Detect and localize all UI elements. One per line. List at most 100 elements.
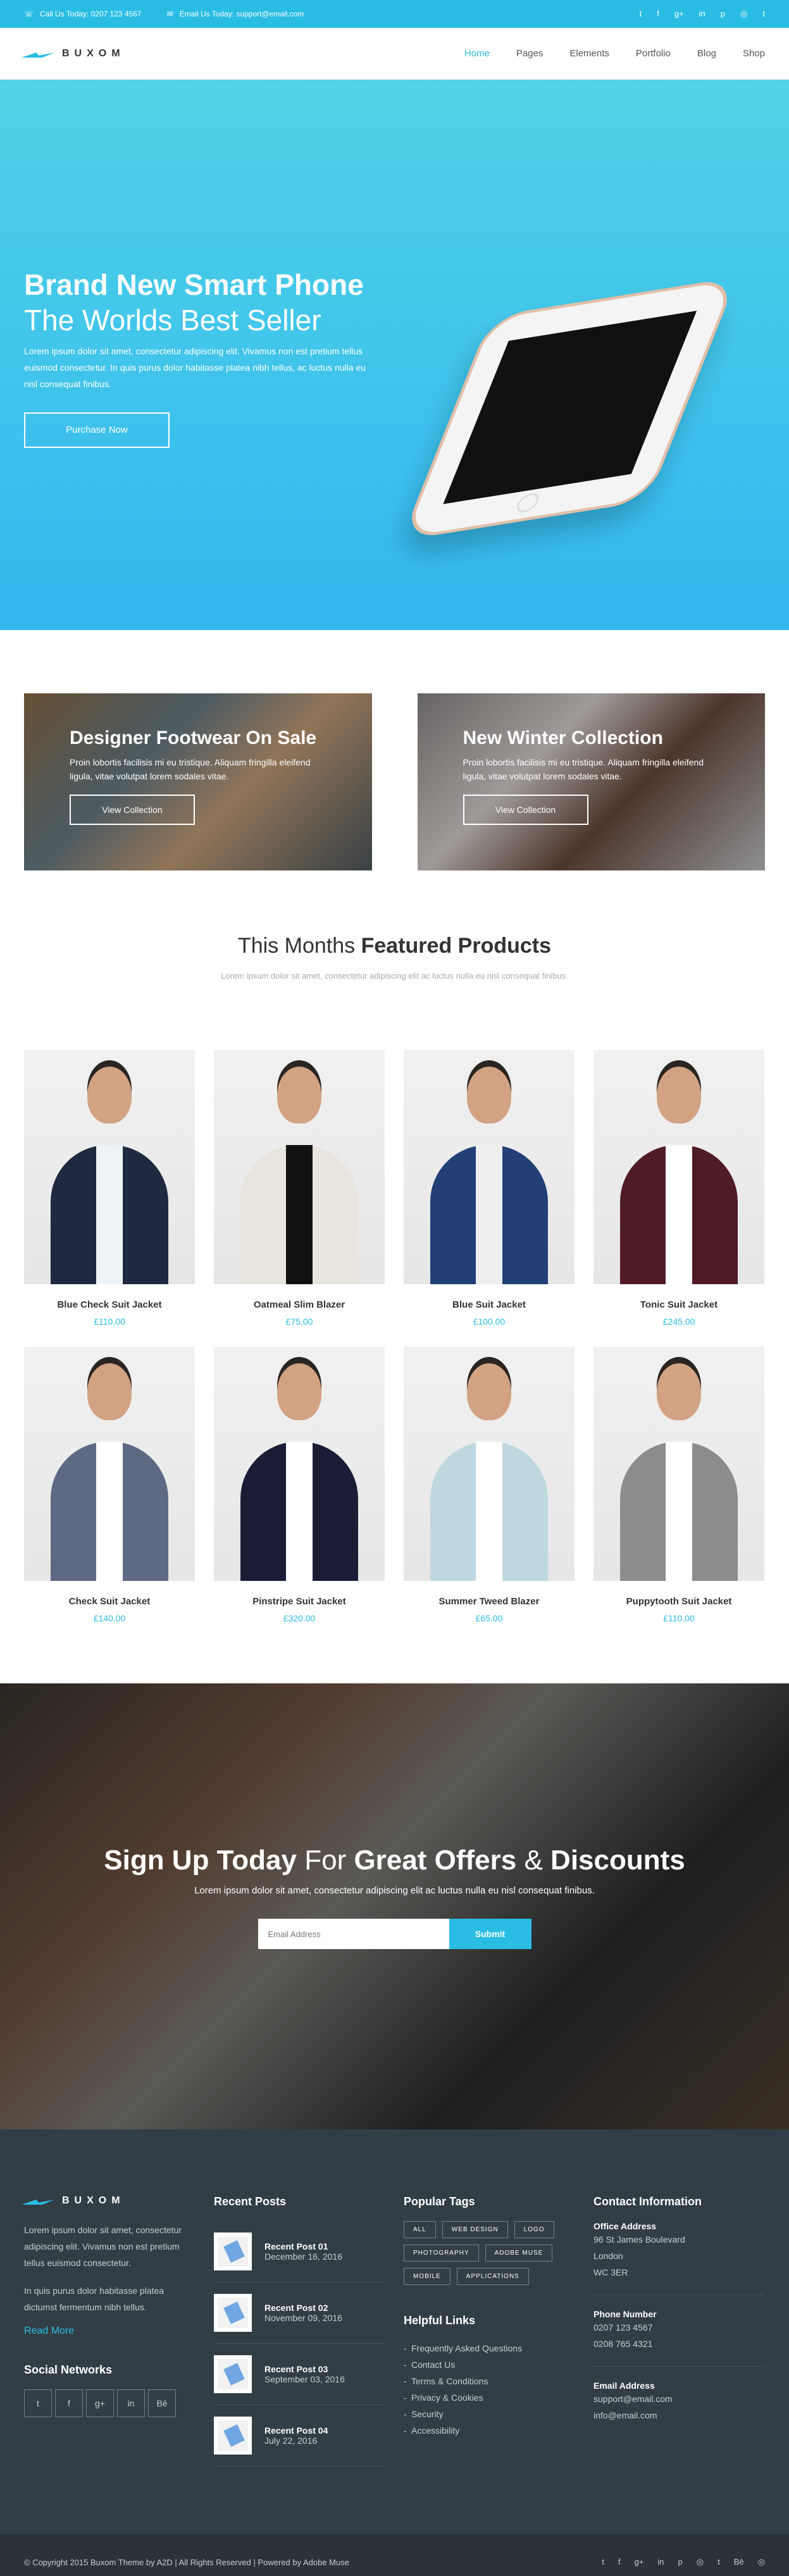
hero-description: Lorem ipsum dolor sit amet, consectetur … [24,346,366,389]
nav-shop[interactable]: Shop [743,48,765,59]
product-image[interactable] [404,1050,575,1284]
product-name[interactable]: Puppytooth Suit Jacket [593,1596,764,1607]
post-title[interactable]: Recent Post 01 [264,2241,342,2251]
submit-button[interactable]: Submit [449,1919,531,1949]
promo-title: Designer Footwear On Sale [70,728,317,748]
contact-information: Contact Information Office Address 96 St … [593,2195,764,2467]
google-plus-icon[interactable]: g+ [674,9,684,19]
post-thumbnail[interactable] [214,2355,252,2393]
dribbble-icon[interactable]: ◎ [758,2557,765,2567]
post-title[interactable]: Recent Post 03 [264,2364,345,2374]
google-plus-icon[interactable]: g+ [635,2557,644,2567]
promo-title: New Winter Collection [463,728,663,748]
view-collection-button[interactable]: View Collection [70,795,195,825]
product-name[interactable]: Blue Suit Jacket [404,1299,575,1310]
footwear-promo-card[interactable]: Designer Footwear On Sale Proin lobortis… [24,693,372,870]
tag-adobe-muse[interactable]: ADOBE MUSE [485,2245,553,2262]
copyright-bar: © Copyright 2015 Buxom Theme by A2D | Al… [0,2534,789,2576]
bottom-social-links: t f g+ in p ◎ t Bē ◎ [602,2557,765,2567]
instagram-icon[interactable]: ◎ [740,9,747,19]
recent-post[interactable]: Recent Post 02 November 09, 2016 [214,2282,385,2344]
product-card[interactable]: Check Suit Jacket £140.00 [24,1347,195,1623]
facebook-icon[interactable]: f [657,9,659,19]
nav-elements[interactable]: Elements [569,48,609,59]
product-image[interactable] [214,1347,385,1581]
product-image[interactable] [24,1050,195,1284]
post-title[interactable]: Recent Post 04 [264,2425,328,2436]
post-title[interactable]: Recent Post 02 [264,2303,342,2313]
view-collection-button[interactable]: View Collection [463,795,588,825]
site-logo[interactable]: BUXOM [24,48,125,59]
hero-banner: Brand New Smart Phone The Worlds Best Se… [0,80,789,630]
recent-post[interactable]: Recent Post 01 December 16, 2016 [214,2221,385,2282]
nav-pages[interactable]: Pages [516,48,544,59]
footer-logo[interactable]: BUXOM [24,2195,195,2207]
product-name[interactable]: Oatmeal Slim Blazer [214,1299,385,1310]
tumblr-icon[interactable]: t [762,9,765,19]
product-image[interactable] [593,1050,764,1284]
promo-content: New Winter Collection Proin lobortis fac… [463,728,729,825]
nav-home[interactable]: Home [464,48,490,59]
product-card[interactable]: Blue Suit Jacket £100.00 [404,1050,575,1327]
contact-us-link[interactable]: Contact Us [404,2356,575,2373]
security-link[interactable]: Security [404,2406,575,2422]
twitter-icon[interactable]: t [640,9,642,19]
product-name[interactable]: Blue Check Suit Jacket [24,1299,195,1310]
post-date: December 16, 2016 [264,2251,342,2262]
pinterest-icon[interactable]: p [678,2557,683,2567]
product-card[interactable]: Oatmeal Slim Blazer £75.00 [214,1050,385,1327]
email-icon: ✉ [166,9,173,18]
winter-promo-card[interactable]: New Winter Collection Proin lobortis fac… [417,693,765,870]
product-image[interactable] [214,1050,385,1284]
nav-portfolio[interactable]: Portfolio [636,48,671,59]
read-more-link[interactable]: Read More [24,2325,195,2337]
accessibility-link[interactable]: Accessibility [404,2422,575,2439]
behance-icon[interactable]: Bē [734,2557,744,2567]
product-name[interactable]: Pinstripe Suit Jacket [214,1596,385,1607]
product-name[interactable]: Tonic Suit Jacket [593,1299,764,1310]
product-card[interactable]: Blue Check Suit Jacket £110.00 [24,1050,195,1327]
post-thumbnail[interactable] [214,2232,252,2270]
product-price: £75.00 [285,1316,313,1327]
email-address-input[interactable] [258,1919,449,1949]
linkedin-icon[interactable]: in [117,2389,145,2417]
facebook-icon[interactable]: f [618,2557,621,2567]
recent-post[interactable]: Recent Post 03 September 03, 2016 [214,2344,385,2405]
privacy-link[interactable]: Privacy & Cookies [404,2389,575,2406]
recent-post[interactable]: Recent Post 04 July 22, 2016 [214,2405,385,2467]
top-contact-bar: ☏ Call Us Today: 0207 123 4567 ✉ Email Us … [0,0,789,28]
linkedin-icon[interactable]: in [657,2557,664,2567]
linkedin-icon[interactable]: in [699,9,705,19]
instagram-icon[interactable]: ◎ [697,2557,704,2567]
post-thumbnail[interactable] [214,2294,252,2332]
pinterest-icon[interactable]: p [721,9,725,19]
tag-all[interactable]: ALL [404,2221,436,2238]
behance-icon[interactable]: Bē [148,2389,176,2417]
product-name[interactable]: Summer Tweed Blazer [404,1596,575,1607]
product-image[interactable] [24,1347,195,1581]
tag-mobile[interactable]: MOBILE [404,2268,450,2285]
product-card[interactable]: Summer Tweed Blazer £65.00 [404,1347,575,1623]
tag-web-design[interactable]: WEB DESIGN [442,2221,508,2238]
terms-link[interactable]: Terms & Conditions [404,2373,575,2389]
product-card[interactable]: Tonic Suit Jacket £245.00 [593,1050,764,1327]
tags-and-links: Popular Tags ALL WEB DESIGN LOGO PHOTOGRAPH… [404,2195,575,2467]
twitter-icon[interactable]: t [24,2389,52,2417]
post-thumbnail[interactable] [214,2417,252,2455]
twitter-icon[interactable]: t [602,2557,604,2567]
product-image[interactable] [404,1347,575,1581]
nav-blog[interactable]: Blog [697,48,716,59]
tag-logo[interactable]: LOGO [514,2221,554,2238]
product-card[interactable]: Puppytooth Suit Jacket £110.00 [593,1347,764,1623]
tag-applications[interactable]: APPLICATIONS [456,2268,529,2285]
phone-numbers: Phone Number 0207 123 4567 0208 765 4321 [593,2309,764,2367]
google-plus-icon[interactable]: g+ [86,2389,114,2417]
facebook-icon[interactable]: f [55,2389,83,2417]
tumblr-icon[interactable]: t [718,2557,720,2567]
product-image[interactable] [593,1347,764,1581]
purchase-now-button[interactable]: Purchase Now [24,412,170,448]
product-card[interactable]: Pinstripe Suit Jacket £320.00 [214,1347,385,1623]
faq-link[interactable]: Frequently Asked Questions [404,2340,575,2356]
product-name[interactable]: Check Suit Jacket [24,1596,195,1607]
tag-photography[interactable]: PHOTOGRAPHY [404,2245,479,2262]
